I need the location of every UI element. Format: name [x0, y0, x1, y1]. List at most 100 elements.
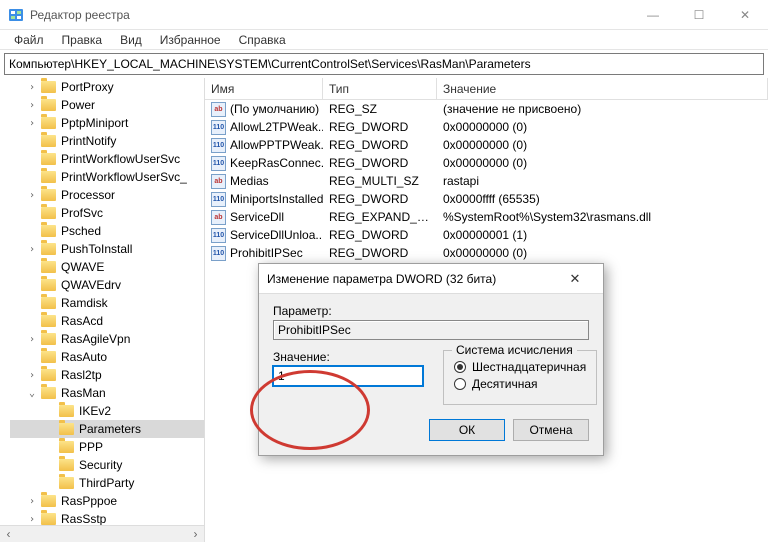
tree-h-scrollbar[interactable]: ‹ ›: [0, 525, 204, 542]
window-title: Редактор реестра: [30, 8, 630, 22]
col-data-header[interactable]: Значение: [437, 78, 768, 99]
tree-item-psched[interactable]: Psched: [10, 222, 204, 240]
minimize-button[interactable]: —: [630, 0, 676, 29]
value-name: ServiceDll: [230, 210, 284, 224]
value-type: REG_SZ: [323, 102, 437, 116]
tree-item-portproxy[interactable]: ›PortProxy: [10, 78, 204, 96]
value-row[interactable]: ab(По умолчанию)REG_SZ(значение не присв…: [205, 100, 768, 118]
reg-binary-icon: 110: [211, 192, 226, 207]
tree-item-processor[interactable]: › Processor: [10, 186, 204, 204]
radio-hex-label: Шестнадцатеричная: [472, 360, 586, 374]
radio-dec-label: Десятичная: [472, 377, 538, 391]
tree-item-rasagilevpn[interactable]: ›RasAgileVpn: [10, 330, 204, 348]
col-type-header[interactable]: Тип: [323, 78, 437, 99]
tree-item-label: ProfSvc: [59, 206, 103, 220]
tree-item-raspppoe[interactable]: ›RasPppoe: [10, 492, 204, 510]
chevron-right-icon[interactable]: ›: [26, 244, 38, 255]
tree-item-label: Psched: [59, 224, 101, 238]
value-row[interactable]: 110MiniportsInstalledREG_DWORD0x0000ffff…: [205, 190, 768, 208]
radio-dec[interactable]: Десятичная: [454, 377, 586, 391]
tree-item-rasacd[interactable]: RasAcd: [10, 312, 204, 330]
folder-icon: [41, 333, 56, 345]
address-bar[interactable]: Компьютер\HKEY_LOCAL_MACHINE\SYSTEM\Curr…: [4, 53, 764, 75]
window-controls: — ☐ ✕: [630, 0, 768, 29]
tree-item-ramdisk[interactable]: Ramdisk: [10, 294, 204, 312]
chevron-right-icon[interactable]: ›: [26, 370, 38, 381]
chevron-right-icon[interactable]: ›: [26, 496, 38, 507]
tree-item-label: PrintWorkflowUserSvc_: [59, 170, 187, 184]
tree-item-label: RasSstp: [59, 512, 106, 526]
folder-icon: [41, 225, 56, 237]
tree-item-rasl2tp[interactable]: ›Rasl2tp: [10, 366, 204, 384]
param-label: Параметр:: [273, 304, 589, 318]
close-button[interactable]: ✕: [722, 0, 768, 29]
value-label: Знaчение:: [273, 350, 423, 364]
base-fieldset: Система исчисления Шестнадцатеричная Дес…: [443, 350, 597, 405]
tree-item-thirdparty[interactable]: ThirdParty: [10, 474, 204, 492]
folder-icon: [59, 423, 74, 435]
value-row[interactable]: 110ServiceDllUnloa...REG_DWORD0x00000001…: [205, 226, 768, 244]
tree-item-pptpminiport[interactable]: ›PptpMiniport: [10, 114, 204, 132]
value-name: AllowPPTPWeak...: [230, 138, 323, 152]
dialog-titlebar[interactable]: Изменение параметра DWORD (32 бита) ✕: [259, 264, 603, 294]
value-field[interactable]: [273, 366, 423, 386]
tree-item-printnotify[interactable]: PrintNotify: [10, 132, 204, 150]
value-row[interactable]: 110AllowL2TPWeak...REG_DWORD0x00000000 (…: [205, 118, 768, 136]
chevron-right-icon[interactable]: ›: [26, 82, 38, 93]
folder-icon: [59, 441, 74, 453]
scroll-right-icon[interactable]: ›: [187, 526, 204, 542]
value-data: 0x00000000 (0): [437, 120, 768, 134]
scroll-left-icon[interactable]: ‹: [0, 526, 17, 542]
tree-item-qwavedrv[interactable]: QWAVEdrv: [10, 276, 204, 294]
cancel-button[interactable]: Отмена: [513, 419, 589, 441]
chevron-down-icon[interactable]: ⌄: [26, 388, 38, 399]
tree-item-ikev2[interactable]: IKEv2: [10, 402, 204, 420]
radio-hex[interactable]: Шестнадцатеричная: [454, 360, 586, 374]
menubar: Файл Правка Вид Избранное Справка: [0, 30, 768, 50]
tree-item-printworkflowusersvc-[interactable]: PrintWorkflowUserSvc_: [10, 168, 204, 186]
menu-help[interactable]: Справка: [231, 32, 294, 48]
tree-item-security[interactable]: Security: [10, 456, 204, 474]
value-row[interactable]: 110ProhibitIPSecREG_DWORD0x00000000 (0): [205, 244, 768, 262]
tree-pane[interactable]: ›PortProxy›Power›PptpMiniportPrintNotify…: [0, 78, 205, 542]
value-data: 0x00000000 (0): [437, 246, 768, 260]
tree-item-qwave[interactable]: QWAVE: [10, 258, 204, 276]
tree-item-label: RasMan: [59, 386, 106, 400]
menu-view[interactable]: Вид: [112, 32, 150, 48]
menu-file[interactable]: Файл: [6, 32, 52, 48]
tree-item-power[interactable]: ›Power: [10, 96, 204, 114]
value-row[interactable]: 110AllowPPTPWeak...REG_DWORD0x00000000 (…: [205, 136, 768, 154]
value-type: REG_DWORD: [323, 156, 437, 170]
radio-dec-icon: [454, 378, 466, 390]
tree-item-profsvc[interactable]: ProfSvc: [10, 204, 204, 222]
reg-binary-icon: 110: [211, 120, 226, 135]
tree-item-pushtoinstall[interactable]: ›PushToInstall: [10, 240, 204, 258]
menu-favorites[interactable]: Избранное: [152, 32, 229, 48]
folder-icon: [41, 495, 56, 507]
maximize-button[interactable]: ☐: [676, 0, 722, 29]
tree-item-rasman[interactable]: ⌄ RasMan: [10, 384, 204, 402]
chevron-right-icon[interactable]: ›: [26, 100, 38, 111]
tree-item-ppp[interactable]: PPP: [10, 438, 204, 456]
tree-item-parameters[interactable]: Parameters: [10, 420, 204, 438]
tree-item-printworkflowusersvc[interactable]: PrintWorkflowUserSvc: [10, 150, 204, 168]
value-row[interactable]: abMediasREG_MULTI_SZrastapi: [205, 172, 768, 190]
value-data: %SystemRoot%\System32\rasmans.dll: [437, 210, 768, 224]
dialog-close-button[interactable]: ✕: [555, 264, 595, 293]
tree-item-rasauto[interactable]: RasAuto: [10, 348, 204, 366]
chevron-right-icon[interactable]: ›: [26, 514, 38, 525]
value-name: MiniportsInstalled: [230, 192, 323, 206]
value-row[interactable]: abServiceDllREG_EXPAND_SZ%SystemRoot%\Sy…: [205, 208, 768, 226]
value-row[interactable]: 110KeepRasConnec...REG_DWORD0x00000000 (…: [205, 154, 768, 172]
reg-binary-icon: 110: [211, 246, 226, 261]
tree-item-label: PrintWorkflowUserSvc: [59, 152, 180, 166]
scroll-track[interactable]: [17, 526, 187, 542]
chevron-right-icon[interactable]: ›: [26, 334, 38, 345]
tree-item-label: Processor: [59, 188, 115, 202]
chevron-right-icon[interactable]: ›: [26, 190, 38, 201]
menu-edit[interactable]: Правка: [54, 32, 111, 48]
chevron-right-icon[interactable]: ›: [26, 118, 38, 129]
ok-button[interactable]: ОК: [429, 419, 505, 441]
col-name-header[interactable]: Имя: [205, 78, 323, 99]
folder-icon: [59, 477, 74, 489]
